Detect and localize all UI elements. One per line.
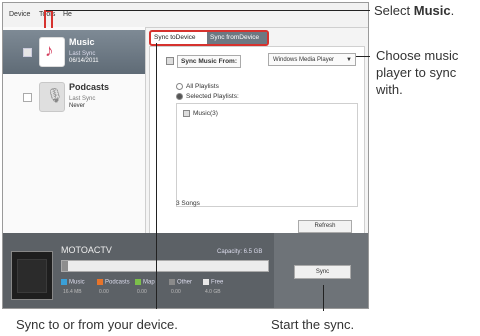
dropdown-arrow-icon: ▼ <box>346 57 352 63</box>
capacity-bar-fill <box>62 261 69 271</box>
legend-map: Map 0.00 <box>135 279 155 295</box>
legend-label: Map <box>143 279 155 286</box>
radio-label: Selected Playlists: <box>186 93 239 101</box>
legend-label: Free <box>211 279 224 286</box>
tab-sync-from-device[interactable]: Sync fromDevice <box>207 32 267 44</box>
legend-swatch <box>97 279 103 285</box>
radio-selected-playlists[interactable]: Selected Playlists: <box>176 93 239 100</box>
legend-swatch <box>169 279 175 285</box>
legend-size: 16.4 MB <box>63 289 82 295</box>
legend-other: Other 0.00 <box>169 279 193 295</box>
legend-size: 4.0 GB <box>205 289 221 295</box>
list-item[interactable]: Music(3) <box>183 110 218 117</box>
podcasts-checkbox[interactable] <box>23 93 32 102</box>
last-sync-label: Last Sync <box>69 51 96 57</box>
legend-size: 0.00 <box>171 289 181 295</box>
device-capacity: Capacity: 6.5 GB <box>217 249 263 255</box>
legend-size: 0.00 <box>99 289 109 295</box>
callout-select-music: Select Music. <box>374 3 455 18</box>
device-name: MOTOACTV <box>61 245 112 255</box>
last-sync-date: Never <box>69 103 86 109</box>
legend-label: Podcasts <box>105 279 130 286</box>
callout-line-music <box>46 10 370 11</box>
callout-choose-player: Choose music player to sync with. <box>376 48 459 97</box>
radio-icon <box>176 83 183 90</box>
radio-label: All Playlists <box>186 83 219 91</box>
last-sync-label: Last Sync <box>69 96 96 102</box>
player-select-value: Windows Media Player <box>273 57 335 63</box>
radio-icon <box>176 93 183 100</box>
sync-from-checkbox[interactable] <box>166 57 174 66</box>
song-count: 3 Songs <box>176 200 200 207</box>
sync-from-label: Sync Music From: <box>177 55 241 68</box>
sync-button[interactable]: Sync <box>294 265 351 279</box>
refresh-button[interactable]: Refresh <box>298 220 352 233</box>
legend-size: 0.00 <box>137 289 147 295</box>
sidebar-item-title: Podcasts <box>69 82 110 92</box>
media-sidebar: ♪ Music Last Sync 06/14/2011 🎙 Podcasts … <box>3 27 146 233</box>
callout-sync-direction: Sync to or from your device. <box>16 317 178 332</box>
callout-line-direction <box>156 43 157 309</box>
music-checkbox[interactable] <box>23 48 32 57</box>
capacity-bar <box>61 260 269 272</box>
legend-music: Music 16.4 MB <box>61 279 85 295</box>
legend-podcasts: Podcasts 0.00 <box>97 279 130 295</box>
legend-swatch <box>135 279 141 285</box>
callout-line-player <box>356 56 370 57</box>
tab-sync-to-device[interactable]: Sync toDevice <box>154 32 196 44</box>
menu-help[interactable]: He <box>63 11 72 18</box>
playlist-checkbox[interactable] <box>183 110 190 117</box>
sidebar-item-title: Music <box>69 37 95 47</box>
sync-direction-tabs: Sync toDevice Sync fromDevice <box>149 30 269 46</box>
sidebar-item-music[interactable]: ♪ Music Last Sync 06/14/2011 <box>3 30 145 74</box>
legend-label: Music <box>69 279 85 286</box>
podcast-icon: 🎙 <box>39 82 65 112</box>
legend-swatch <box>61 279 67 285</box>
callout-line-sync <box>323 285 324 311</box>
sidebar-item-podcasts[interactable]: 🎙 Podcasts Last Sync Never <box>3 75 145 119</box>
callout-start-sync: Start the sync. <box>271 317 355 332</box>
app-screenshot: Device Tools He ♪ Music Last Sync 06/14/… <box>2 2 369 309</box>
last-sync-date: 06/14/2011 <box>69 58 99 64</box>
sync-from-row: Sync Music From: <box>166 55 241 68</box>
menu-device[interactable]: Device <box>9 11 30 18</box>
music-note-icon: ♪ <box>39 37 65 67</box>
legend-free: Free 4.0 GB <box>203 279 224 295</box>
device-panel: MOTOACTV Capacity: 6.5 GB Music 16.4 MB … <box>3 233 368 308</box>
sync-action-pane: Sync <box>274 233 368 308</box>
menu-bar: Device Tools He <box>3 3 368 28</box>
legend-label: Other <box>177 279 193 286</box>
legend-swatch <box>203 279 209 285</box>
sync-options-panel: Sync Music From: Windows Media Player ▼ … <box>149 46 365 235</box>
menu-highlight <box>44 10 53 28</box>
playlist-name: Music(3) <box>193 110 218 118</box>
radio-all-playlists[interactable]: All Playlists <box>176 83 219 90</box>
player-select[interactable]: Windows Media Player ▼ <box>268 53 356 66</box>
playlist-list: Music(3) <box>176 103 358 207</box>
device-image <box>11 251 53 300</box>
